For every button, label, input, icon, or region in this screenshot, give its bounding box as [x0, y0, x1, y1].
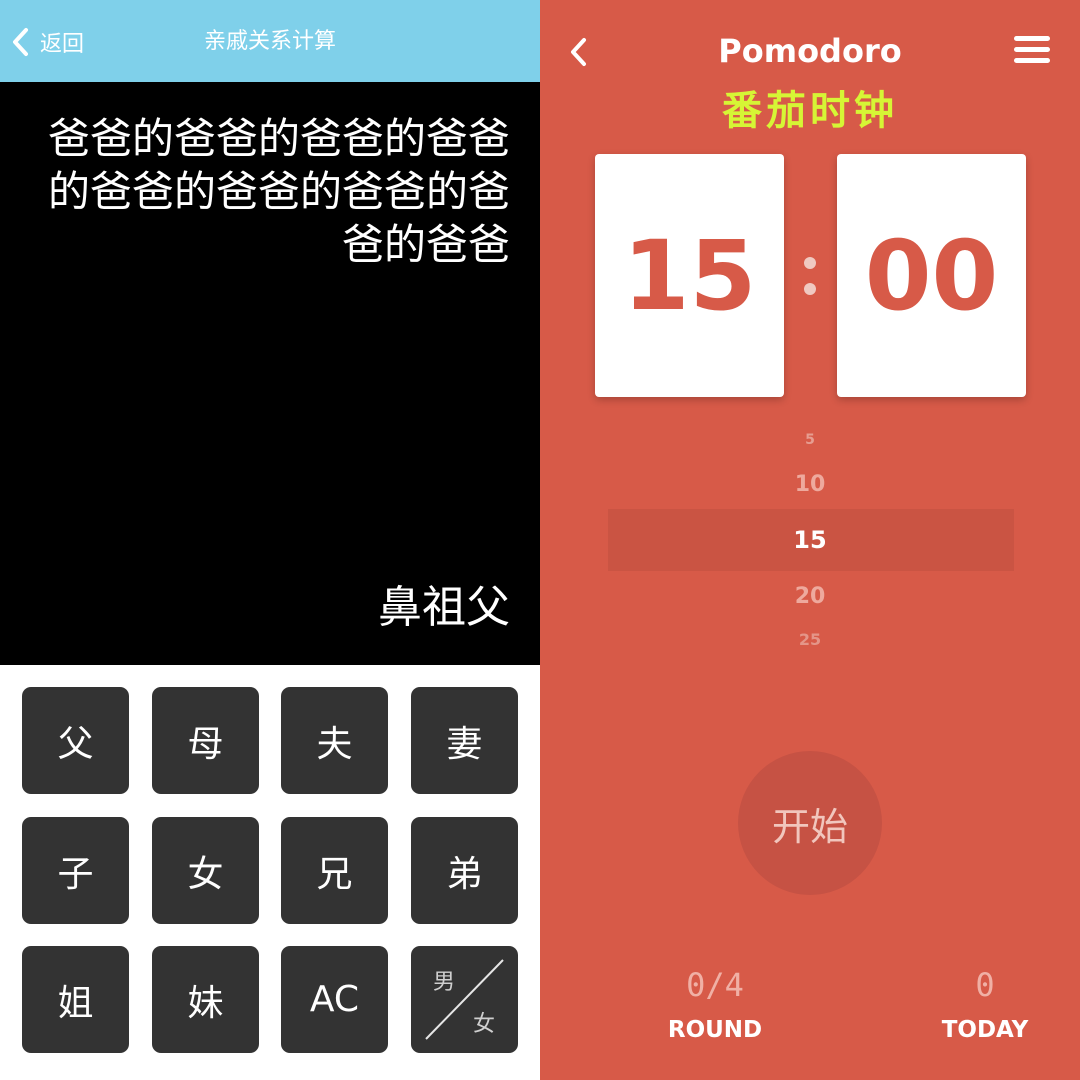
menu-button[interactable]: [1014, 36, 1052, 66]
key-husband[interactable]: 夫: [281, 687, 388, 794]
chevron-left-icon: [10, 26, 32, 58]
relative-calculator-screen: 返回 亲戚关系计算 爸爸的爸爸的爸爸的爸爸的爸爸的爸爸的爸爸的爸爸的爸爸 鼻祖父…: [0, 0, 540, 1080]
picker-option[interactable]: 25: [540, 630, 1080, 646]
picker-option-selected[interactable]: 15: [540, 526, 1080, 554]
picker-option[interactable]: 10: [540, 472, 1080, 497]
key-gender-toggle[interactable]: 男 女: [411, 946, 518, 1053]
picker-option[interactable]: 20: [540, 584, 1080, 609]
key-elder-sister[interactable]: 姐: [22, 946, 129, 1053]
hamburger-icon-line: [1014, 47, 1050, 52]
seconds-card: 00: [837, 154, 1026, 397]
key-elder-brother[interactable]: 兄: [281, 817, 388, 924]
relation-result: 鼻祖父: [378, 582, 510, 633]
round-label: ROUND: [667, 1017, 763, 1043]
key-clear[interactable]: AC: [281, 946, 388, 1053]
key-wife[interactable]: 妻: [411, 687, 518, 794]
today-label: TODAY: [941, 1017, 1029, 1043]
gender-male-label: 男: [433, 970, 456, 995]
diagonal-divider: [425, 959, 504, 1040]
round-count: 0/4: [686, 966, 744, 1004]
calculator-display: 爸爸的爸爸的爸爸的爸爸的爸爸的爸爸的爸爸的爸爸的爸爸 鼻祖父: [0, 82, 540, 665]
pomodoro-screen: Pomodoro 番茄时钟 15 00 5 10 15 20 25 开始 0/4…: [540, 0, 1080, 1080]
minutes-card: 15: [595, 154, 784, 397]
key-daughter[interactable]: 女: [152, 817, 259, 924]
nav-bar: 返回 亲戚关系计算: [0, 0, 540, 82]
key-father[interactable]: 父: [22, 687, 129, 794]
back-label: 返回: [40, 32, 85, 57]
colon-dot: [804, 283, 816, 295]
key-younger-sister[interactable]: 妹: [152, 946, 259, 1053]
picker-option[interactable]: 5: [540, 432, 1080, 448]
keypad: 父 母 夫 妻 子 女 兄 弟 姐 妹 AC 男 女: [0, 665, 540, 1080]
today-count: 0: [975, 966, 995, 1004]
app-subtitle: 番茄时钟: [722, 88, 898, 134]
relation-expression: 爸爸的爸爸的爸爸的爸爸的爸爸的爸爸的爸爸的爸爸的爸爸: [47, 114, 510, 269]
hamburger-icon-line: [1014, 58, 1050, 63]
start-button[interactable]: 开始: [738, 751, 882, 895]
app-title: Pomodoro: [718, 32, 902, 70]
gender-female-label: 女: [473, 1012, 496, 1037]
key-younger-brother[interactable]: 弟: [411, 817, 518, 924]
hamburger-icon: [1014, 36, 1050, 41]
back-button[interactable]: 返回: [10, 22, 84, 62]
key-mother[interactable]: 母: [152, 687, 259, 794]
key-son[interactable]: 子: [22, 817, 129, 924]
colon-dot: [804, 257, 816, 269]
